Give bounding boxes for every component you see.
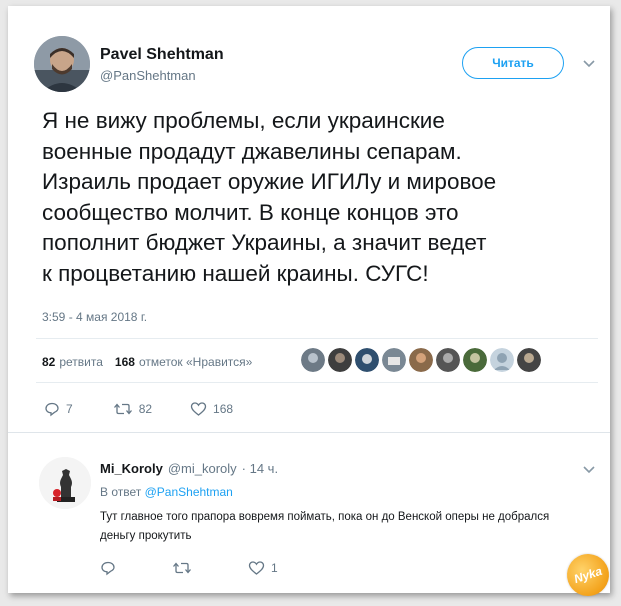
reply-header: Mi_Koroly @mi_koroly · 14 ч. [100, 461, 278, 476]
liker-avatar[interactable] [490, 348, 514, 372]
author-name[interactable]: Pavel Shehtman [100, 46, 224, 64]
reply-to-handle-link[interactable]: @PanShehtman [145, 485, 233, 499]
tweet-actions: 7 82 168 [44, 401, 233, 417]
reply-action[interactable]: 7 [44, 401, 73, 417]
reply-like-count: 1 [271, 561, 278, 575]
reply-icon [45, 402, 59, 417]
liker-avatar[interactable] [517, 348, 541, 372]
likes-count[interactable]: 168 [115, 355, 135, 369]
reply-author-name[interactable]: Mi_Koroly [100, 461, 163, 476]
liker-avatar[interactable] [355, 348, 379, 372]
retweets-count[interactable]: 82 [42, 355, 55, 369]
heart-icon [248, 561, 265, 575]
reply-reply-action[interactable] [100, 560, 116, 576]
reply-retweet-action[interactable] [172, 560, 192, 576]
author-avatar-image [34, 36, 90, 92]
author-avatar[interactable] [34, 36, 90, 92]
reply-to-line: В ответ @PanShehtman [100, 485, 233, 499]
retweet-icon [113, 403, 132, 415]
reply-avatar[interactable] [39, 457, 91, 509]
heart-icon [190, 402, 207, 416]
likes-label[interactable]: отметок «Нравится» [139, 355, 252, 369]
reply-icon [101, 561, 115, 576]
chevron-down-icon[interactable] [582, 462, 596, 476]
liker-avatar[interactable] [301, 348, 325, 372]
liker-avatar[interactable] [382, 348, 406, 372]
reply-text: Тут главное того прапора вовремя поймать… [100, 511, 550, 542]
retweets-label[interactable]: ретвита [59, 355, 103, 369]
liker-avatar[interactable] [409, 348, 433, 372]
reply-actions: 1 [100, 560, 278, 576]
liker-avatar[interactable] [463, 348, 487, 372]
reply-time[interactable]: · 14 ч. [242, 461, 278, 476]
liker-avatar[interactable] [328, 348, 352, 372]
likers-avatars [301, 348, 541, 372]
reply-avatar-image [39, 457, 91, 509]
reply-like-action[interactable]: 1 [248, 560, 278, 576]
divider [36, 338, 598, 339]
tweet-text: Я не вижу проблемы, если украинские воен… [42, 108, 497, 286]
tweet-stats: 82 ретвита 168 отметок «Нравится» [42, 355, 252, 369]
retweet-icon [173, 562, 191, 574]
tweet-card: Pavel Shehtman @PanShehtman Читать Я не … [8, 6, 615, 602]
retweet-count: 82 [138, 402, 153, 416]
like-count: 168 [213, 402, 234, 416]
chevron-down-icon[interactable] [582, 56, 596, 70]
like-action[interactable]: 168 [190, 401, 233, 417]
divider [36, 382, 598, 383]
author-handle[interactable]: @PanShehtman [100, 68, 196, 83]
follow-button[interactable]: Читать [462, 47, 564, 79]
retweet-action[interactable]: 82 [113, 401, 152, 417]
liker-avatar[interactable] [436, 348, 460, 372]
watermark-logo: Nyka [561, 548, 615, 602]
reply-author-handle[interactable]: @mi_koroly [168, 461, 237, 476]
tweet-timestamp[interactable]: 3:59 - 4 мая 2018 г. [42, 310, 147, 324]
reply-count: 7 [66, 402, 73, 416]
reply-to-prefix: В ответ [100, 485, 142, 499]
divider [8, 432, 610, 433]
